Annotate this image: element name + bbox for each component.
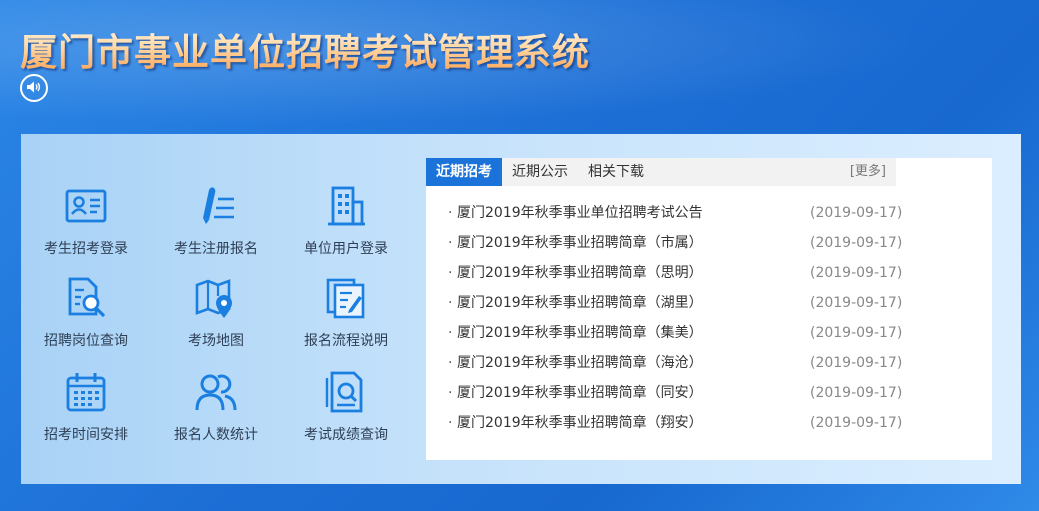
building-icon [324, 184, 368, 232]
news-date: (2019-09-17) [810, 295, 903, 311]
menu-label: 考生注册报名 [174, 241, 258, 257]
menu-label: 考生招考登录 [44, 241, 128, 257]
list-item[interactable]: · 厦门2019年秋季事业单位招聘考试公告 (2019-09-17) [448, 203, 902, 233]
bullet: · [448, 325, 453, 341]
list-item[interactable]: · 厦门2019年秋季事业招聘简章（湖里） (2019-09-17) [448, 293, 902, 323]
sound-toggle-button[interactable] [20, 74, 48, 102]
menu-label: 报名人数统计 [174, 427, 258, 443]
news-title[interactable]: 厦门2019年秋季事业招聘简章（海沧） [457, 353, 703, 373]
menu-exam-map[interactable]: 考场地图 [151, 276, 281, 356]
news-panel: 近期招考 近期公示 相关下载 [更多] · 厦门2019年秋季事业单位招聘考试公… [426, 158, 992, 460]
score-search-icon [324, 370, 368, 418]
news-title[interactable]: 厦门2019年秋季事业招聘简章（集美） [457, 323, 703, 343]
pen-list-icon [194, 184, 238, 232]
menu-label: 单位用户登录 [304, 241, 388, 257]
news-title[interactable]: 厦门2019年秋季事业招聘简章（市属） [457, 233, 703, 253]
calendar-icon [64, 370, 108, 418]
more-link[interactable]: [更多] [850, 158, 886, 186]
bullet: · [448, 295, 453, 311]
id-card-icon [64, 184, 108, 232]
list-item[interactable]: · 厦门2019年秋季事业招聘简章（集美） (2019-09-17) [448, 323, 902, 353]
bullet: · [448, 355, 453, 371]
news-tabs: 近期招考 近期公示 相关下载 [更多] [426, 158, 896, 186]
news-date: (2019-09-17) [810, 415, 903, 431]
tab-recent-exams[interactable]: 近期招考 [426, 158, 502, 186]
menu-score-query[interactable]: 考试成绩查询 [281, 370, 411, 450]
news-title[interactable]: 厦门2019年秋季事业招聘简章（翔安） [457, 413, 703, 433]
news-title[interactable]: 厦门2019年秋季事业招聘简章（思明） [457, 263, 703, 283]
news-list: · 厦门2019年秋季事业单位招聘考试公告 (2019-09-17) · 厦门2… [448, 203, 902, 443]
menu-label: 考场地图 [188, 333, 244, 349]
bullet: · [448, 265, 453, 281]
menu-candidate-register[interactable]: 考生注册报名 [151, 184, 281, 264]
bullet: · [448, 415, 453, 431]
tab-downloads[interactable]: 相关下载 [578, 158, 654, 186]
news-title[interactable]: 厦门2019年秋季事业单位招聘考试公告 [457, 203, 703, 223]
menu-label: 考试成绩查询 [304, 427, 388, 443]
menu-applicant-stats[interactable]: 报名人数统计 [151, 370, 281, 450]
menu-unit-login[interactable]: 单位用户登录 [281, 184, 411, 264]
news-date: (2019-09-17) [810, 235, 903, 251]
menu-exam-schedule[interactable]: 招考时间安排 [21, 370, 151, 450]
bullet: · [448, 205, 453, 221]
clipboard-edit-icon [324, 276, 368, 324]
document-search-icon [64, 276, 108, 324]
quick-menu-grid: 考生招考登录 考生注册报名 单位用户登录 招聘岗位查询 考场地图 报名流程说明 … [21, 184, 421, 444]
bullet: · [448, 385, 453, 401]
menu-position-query[interactable]: 招聘岗位查询 [21, 276, 151, 356]
list-item[interactable]: · 厦门2019年秋季事业招聘简章（思明） (2019-09-17) [448, 263, 902, 293]
menu-label: 报名流程说明 [304, 333, 388, 349]
list-item[interactable]: · 厦门2019年秋季事业招聘简章（市属） (2019-09-17) [448, 233, 902, 263]
news-date: (2019-09-17) [810, 385, 903, 401]
news-title[interactable]: 厦门2019年秋季事业招聘简章（湖里） [457, 293, 703, 313]
users-icon [194, 370, 238, 418]
tab-recent-notices[interactable]: 近期公示 [502, 158, 578, 186]
bullet: · [448, 235, 453, 251]
news-date: (2019-09-17) [810, 205, 903, 221]
list-item[interactable]: · 厦门2019年秋季事业招聘简章（海沧） (2019-09-17) [448, 353, 902, 383]
speaker-icon [26, 79, 42, 98]
main-panel: 考生招考登录 考生注册报名 单位用户登录 招聘岗位查询 考场地图 报名流程说明 … [21, 134, 1021, 484]
news-title[interactable]: 厦门2019年秋季事业招聘简章（同安） [457, 383, 703, 403]
list-item[interactable]: · 厦门2019年秋季事业招聘简章（同安） (2019-09-17) [448, 383, 902, 413]
menu-label: 招考时间安排 [44, 427, 128, 443]
map-pin-icon [194, 276, 238, 324]
news-date: (2019-09-17) [810, 355, 903, 371]
news-date: (2019-09-17) [810, 265, 903, 281]
site-title: 厦门市事业单位招聘考试管理系统 [20, 22, 590, 76]
list-item[interactable]: · 厦门2019年秋季事业招聘简章（翔安） (2019-09-17) [448, 413, 902, 443]
menu-label: 招聘岗位查询 [44, 333, 128, 349]
menu-process-guide[interactable]: 报名流程说明 [281, 276, 411, 356]
menu-candidate-login[interactable]: 考生招考登录 [21, 184, 151, 264]
news-date: (2019-09-17) [810, 325, 903, 341]
